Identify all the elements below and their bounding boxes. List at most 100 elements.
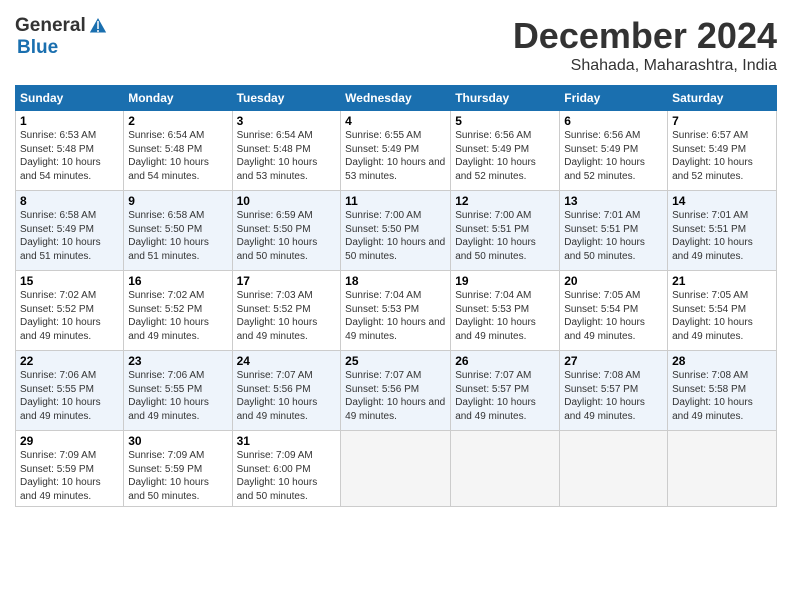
table-row: 3 Sunrise: 6:54 AMSunset: 5:48 PMDayligh…: [232, 111, 341, 191]
day-info: Sunrise: 7:04 AMSunset: 5:53 PMDaylight:…: [345, 290, 445, 342]
table-row: 26 Sunrise: 7:07 AMSunset: 5:57 PMDaylig…: [451, 351, 560, 431]
table-row: 29 Sunrise: 7:09 AMSunset: 5:59 PMDaylig…: [16, 431, 124, 507]
day-number: 28: [672, 354, 772, 368]
day-info: Sunrise: 7:09 AMSunset: 5:59 PMDaylight:…: [128, 450, 209, 502]
col-sunday: Sunday: [16, 86, 124, 111]
calendar-week-row: 8 Sunrise: 6:58 AMSunset: 5:49 PMDayligh…: [16, 191, 777, 271]
table-row: 17 Sunrise: 7:03 AMSunset: 5:52 PMDaylig…: [232, 271, 341, 351]
day-info: Sunrise: 6:56 AMSunset: 5:49 PMDaylight:…: [455, 130, 536, 182]
col-wednesday: Wednesday: [341, 86, 451, 111]
table-row: 8 Sunrise: 6:58 AMSunset: 5:49 PMDayligh…: [16, 191, 124, 271]
day-info: Sunrise: 7:01 AMSunset: 5:51 PMDaylight:…: [672, 210, 753, 262]
day-number: 1: [20, 114, 119, 128]
day-info: Sunrise: 7:05 AMSunset: 5:54 PMDaylight:…: [564, 290, 645, 342]
day-number: 20: [564, 274, 663, 288]
col-friday: Friday: [560, 86, 668, 111]
day-info: Sunrise: 6:53 AMSunset: 5:48 PMDaylight:…: [20, 130, 101, 182]
calendar-week-row: 1 Sunrise: 6:53 AMSunset: 5:48 PMDayligh…: [16, 111, 777, 191]
day-info: Sunrise: 7:06 AMSunset: 5:55 PMDaylight:…: [128, 370, 209, 422]
day-number: 25: [345, 354, 446, 368]
day-number: 13: [564, 194, 663, 208]
day-number: 5: [455, 114, 555, 128]
day-info: Sunrise: 7:00 AMSunset: 5:51 PMDaylight:…: [455, 210, 536, 262]
table-row: 21 Sunrise: 7:05 AMSunset: 5:54 PMDaylig…: [668, 271, 777, 351]
logo-blue-text: Blue: [17, 37, 58, 58]
day-info: Sunrise: 7:07 AMSunset: 5:56 PMDaylight:…: [237, 370, 318, 422]
table-row: 30 Sunrise: 7:09 AMSunset: 5:59 PMDaylig…: [124, 431, 232, 507]
table-row: 10 Sunrise: 6:59 AMSunset: 5:50 PMDaylig…: [232, 191, 341, 271]
col-saturday: Saturday: [668, 86, 777, 111]
table-row: 2 Sunrise: 6:54 AMSunset: 5:48 PMDayligh…: [124, 111, 232, 191]
day-number: 3: [237, 114, 337, 128]
table-row: 28 Sunrise: 7:08 AMSunset: 5:58 PMDaylig…: [668, 351, 777, 431]
col-tuesday: Tuesday: [232, 86, 341, 111]
page-container: General Blue December 2024 Shahada, Maha…: [0, 0, 792, 517]
day-number: 23: [128, 354, 227, 368]
col-monday: Monday: [124, 86, 232, 111]
day-info: Sunrise: 6:54 AMSunset: 5:48 PMDaylight:…: [237, 130, 318, 182]
day-info: Sunrise: 7:09 AMSunset: 5:59 PMDaylight:…: [20, 450, 101, 502]
day-number: 22: [20, 354, 119, 368]
title-area: December 2024 Shahada, Maharashtra, Indi…: [513, 15, 777, 75]
table-row: [668, 431, 777, 507]
day-number: 17: [237, 274, 337, 288]
table-row: 11 Sunrise: 7:00 AMSunset: 5:50 PMDaylig…: [341, 191, 451, 271]
table-row: 25 Sunrise: 7:07 AMSunset: 5:56 PMDaylig…: [341, 351, 451, 431]
day-number: 12: [455, 194, 555, 208]
day-info: Sunrise: 6:56 AMSunset: 5:49 PMDaylight:…: [564, 130, 645, 182]
day-info: Sunrise: 7:06 AMSunset: 5:55 PMDaylight:…: [20, 370, 101, 422]
calendar-week-row: 15 Sunrise: 7:02 AMSunset: 5:52 PMDaylig…: [16, 271, 777, 351]
day-info: Sunrise: 7:02 AMSunset: 5:52 PMDaylight:…: [20, 290, 101, 342]
month-title: December 2024: [513, 15, 777, 57]
day-number: 30: [128, 434, 227, 448]
table-row: 19 Sunrise: 7:04 AMSunset: 5:53 PMDaylig…: [451, 271, 560, 351]
table-row: 22 Sunrise: 7:06 AMSunset: 5:55 PMDaylig…: [16, 351, 124, 431]
day-info: Sunrise: 7:08 AMSunset: 5:57 PMDaylight:…: [564, 370, 645, 422]
day-info: Sunrise: 6:58 AMSunset: 5:49 PMDaylight:…: [20, 210, 101, 262]
day-number: 24: [237, 354, 337, 368]
day-number: 16: [128, 274, 227, 288]
logo: General Blue: [15, 15, 110, 59]
location: Shahada, Maharashtra, India: [513, 57, 777, 75]
day-info: Sunrise: 7:05 AMSunset: 5:54 PMDaylight:…: [672, 290, 753, 342]
day-number: 8: [20, 194, 119, 208]
day-info: Sunrise: 7:09 AMSunset: 6:00 PMDaylight:…: [237, 450, 318, 502]
day-number: 15: [20, 274, 119, 288]
table-row: 5 Sunrise: 6:56 AMSunset: 5:49 PMDayligh…: [451, 111, 560, 191]
table-row: 31 Sunrise: 7:09 AMSunset: 6:00 PMDaylig…: [232, 431, 341, 507]
day-number: 29: [20, 434, 119, 448]
logo-icon: [87, 15, 109, 37]
day-number: 2: [128, 114, 227, 128]
day-number: 14: [672, 194, 772, 208]
day-info: Sunrise: 7:02 AMSunset: 5:52 PMDaylight:…: [128, 290, 209, 342]
day-info: Sunrise: 6:57 AMSunset: 5:49 PMDaylight:…: [672, 130, 753, 182]
table-row: 20 Sunrise: 7:05 AMSunset: 5:54 PMDaylig…: [560, 271, 668, 351]
day-info: Sunrise: 7:08 AMSunset: 5:58 PMDaylight:…: [672, 370, 753, 422]
calendar-table: Sunday Monday Tuesday Wednesday Thursday…: [15, 85, 777, 507]
day-number: 21: [672, 274, 772, 288]
table-row: 24 Sunrise: 7:07 AMSunset: 5:56 PMDaylig…: [232, 351, 341, 431]
table-row: 14 Sunrise: 7:01 AMSunset: 5:51 PMDaylig…: [668, 191, 777, 271]
day-info: Sunrise: 7:04 AMSunset: 5:53 PMDaylight:…: [455, 290, 536, 342]
table-row: [341, 431, 451, 507]
table-row: 7 Sunrise: 6:57 AMSunset: 5:49 PMDayligh…: [668, 111, 777, 191]
table-row: [451, 431, 560, 507]
day-number: 18: [345, 274, 446, 288]
day-number: 10: [237, 194, 337, 208]
header: General Blue December 2024 Shahada, Maha…: [15, 15, 777, 75]
table-row: 13 Sunrise: 7:01 AMSunset: 5:51 PMDaylig…: [560, 191, 668, 271]
table-row: [560, 431, 668, 507]
day-info: Sunrise: 7:07 AMSunset: 5:57 PMDaylight:…: [455, 370, 536, 422]
day-number: 11: [345, 194, 446, 208]
day-number: 31: [237, 434, 337, 448]
table-row: 23 Sunrise: 7:06 AMSunset: 5:55 PMDaylig…: [124, 351, 232, 431]
day-number: 7: [672, 114, 772, 128]
table-row: 15 Sunrise: 7:02 AMSunset: 5:52 PMDaylig…: [16, 271, 124, 351]
day-info: Sunrise: 7:03 AMSunset: 5:52 PMDaylight:…: [237, 290, 318, 342]
day-number: 6: [564, 114, 663, 128]
day-number: 9: [128, 194, 227, 208]
table-row: 6 Sunrise: 6:56 AMSunset: 5:49 PMDayligh…: [560, 111, 668, 191]
table-row: 27 Sunrise: 7:08 AMSunset: 5:57 PMDaylig…: [560, 351, 668, 431]
table-row: 9 Sunrise: 6:58 AMSunset: 5:50 PMDayligh…: [124, 191, 232, 271]
day-info: Sunrise: 7:00 AMSunset: 5:50 PMDaylight:…: [345, 210, 445, 262]
